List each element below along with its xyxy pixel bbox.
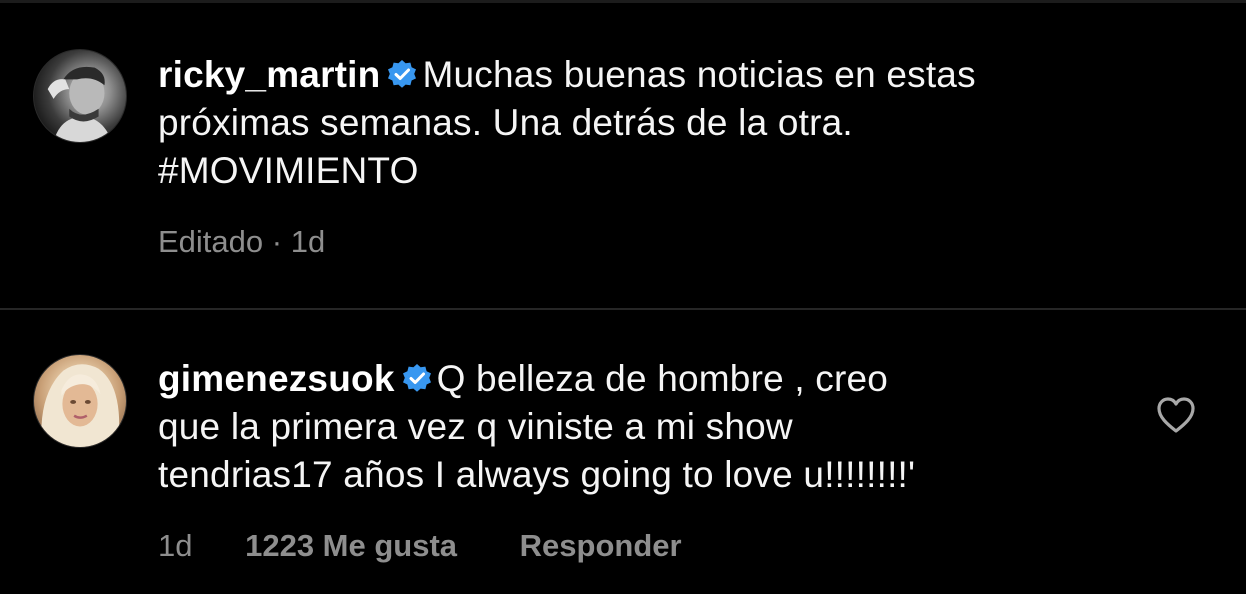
comment-divider [0, 308, 1246, 310]
reply-button[interactable]: Responder [520, 528, 682, 564]
comment-text-line-3: tendrias17 años I always going to love u… [158, 454, 916, 495]
avatar-photo [47, 66, 113, 142]
timestamp: 1d [158, 528, 193, 563]
comment-text-line-1: Muchas buenas noticias en estas [422, 54, 976, 95]
comment-text-block: ricky_martin Muchas buenas noticias en es… [158, 51, 1138, 195]
comment-text-block: gimenezsuok Q belleza de hombre , creo qu… [158, 355, 1118, 499]
likes-count-button[interactable]: 1223 Me gusta [245, 528, 457, 564]
heart-icon[interactable] [1155, 395, 1197, 435]
comment-text-line-2: próximas semanas. Una detrás de la otra. [158, 102, 853, 143]
verified-badge-icon [386, 59, 418, 91]
avatar[interactable] [33, 49, 127, 143]
timestamp: 1d [290, 224, 326, 259]
meta-separator: · [271, 224, 283, 259]
edited-label: Editado [158, 224, 264, 259]
comment-text-line-3[interactable]: #MOVIMIENTO [158, 150, 419, 191]
comment-meta: Editado · 1d [158, 224, 325, 260]
avatar[interactable] [33, 354, 127, 448]
avatar-photo [41, 364, 120, 447]
comment-gimenezsuok: gimenezsuok Q belleza de hombre , creo qu… [0, 311, 1246, 594]
comment-text-line-2: que la primera vez q viniste a mi show [158, 406, 793, 447]
comment-ricky-martin: ricky_martin Muchas buenas noticias en es… [0, 0, 1246, 308]
comment-text-line-1: Q belleza de hombre , creo [436, 358, 889, 399]
username[interactable]: ricky_martin [158, 54, 380, 95]
username[interactable]: gimenezsuok [158, 358, 395, 399]
comment-meta: 1d 1223 Me gusta Responder [158, 528, 682, 564]
verified-badge-icon [401, 363, 433, 395]
